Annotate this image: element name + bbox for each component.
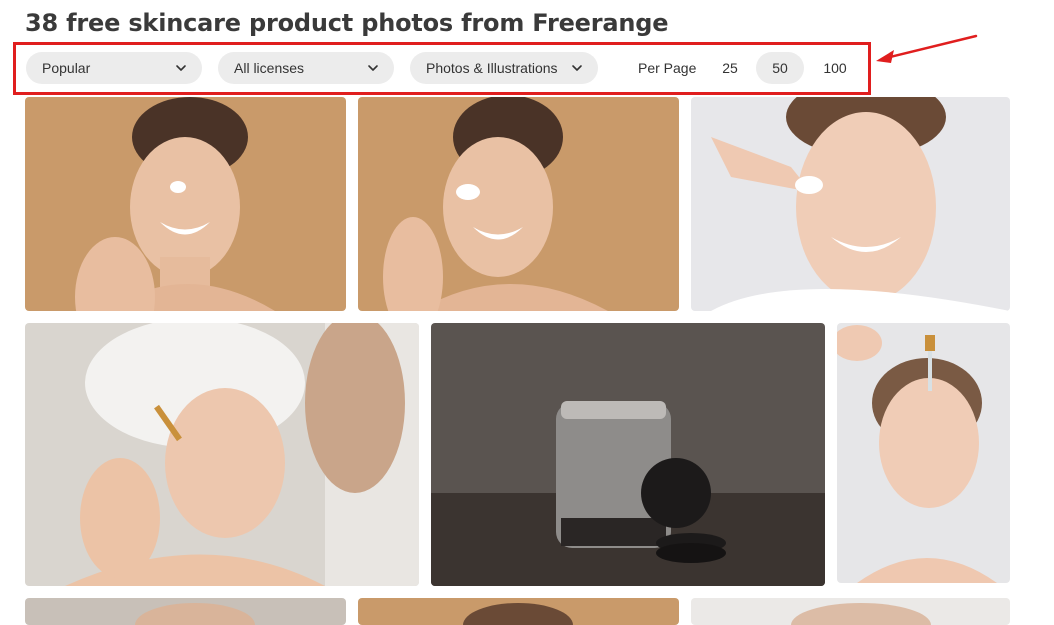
photo-woman-row3-2[interactable] <box>358 598 679 625</box>
chevron-down-icon <box>368 65 378 71</box>
photo-image <box>691 97 1010 311</box>
photo-image <box>25 97 346 311</box>
chevron-down-icon <box>176 65 186 71</box>
photo-image <box>358 97 679 311</box>
annotation-arrow-icon <box>876 34 978 63</box>
photo-woman-dropper[interactable] <box>837 323 1010 583</box>
page-title: 38 free skincare product photos from Fre… <box>25 9 669 37</box>
chevron-down-icon <box>572 65 582 71</box>
per-page-label: Per Page <box>638 60 697 76</box>
photo-image <box>358 598 679 625</box>
photo-jar-cookies[interactable] <box>431 323 825 586</box>
per-page-option-25[interactable]: 25 <box>714 52 746 84</box>
photo-woman-towel-serum[interactable] <box>25 323 419 586</box>
type-dropdown[interactable]: Photos & Illustrations <box>410 52 598 84</box>
photo-image <box>691 598 1010 625</box>
photo-image <box>25 598 346 625</box>
license-dropdown-label: All licenses <box>234 60 305 76</box>
photo-woman-cream-eye[interactable] <box>691 97 1010 311</box>
photo-woman-cream-cheek[interactable] <box>358 97 679 311</box>
license-dropdown[interactable]: All licenses <box>218 52 394 84</box>
photo-image <box>431 323 825 586</box>
photo-woman-row3-1[interactable] <box>25 598 346 625</box>
photo-image <box>837 323 1010 583</box>
per-page-option-50[interactable]: 50 <box>756 52 804 84</box>
photo-image <box>25 323 419 586</box>
per-page-option-100[interactable]: 100 <box>816 52 854 84</box>
sort-dropdown[interactable]: Popular <box>26 52 202 84</box>
photo-woman-cream-nose[interactable] <box>25 97 346 311</box>
type-dropdown-label: Photos & Illustrations <box>426 60 558 76</box>
sort-dropdown-label: Popular <box>42 60 91 76</box>
filter-bar-highlight: Popular All licenses Photos & Illustrati… <box>13 42 871 95</box>
photo-woman-row3-3[interactable] <box>691 598 1010 625</box>
